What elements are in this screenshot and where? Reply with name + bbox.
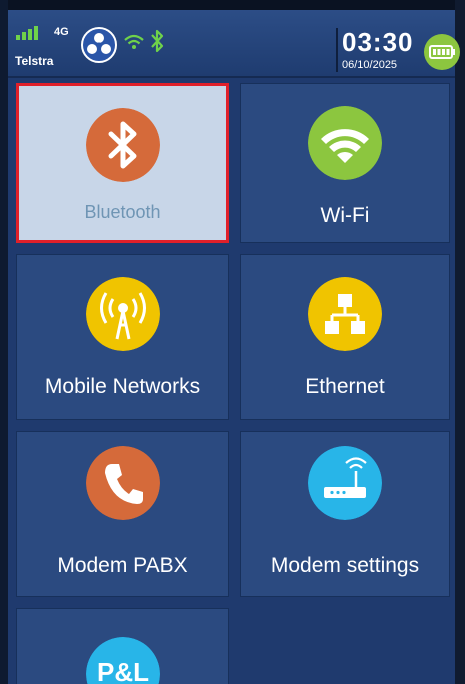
tile-pgl[interactable]: P&L [16,608,229,684]
tile-label-bluetooth: Bluetooth [84,202,161,222]
bezel-left [0,0,8,684]
antenna-icon [85,277,160,351]
status-bar: 4G Telstra 03:30 06/10/2025 [8,10,460,78]
bezel-top [0,0,465,10]
tile-label-modem-pabx: Modem PABX [57,554,188,577]
tile-label-wifi: Wi-Fi [320,204,370,227]
bezel-right [455,0,465,684]
tile-wifi[interactable]: Wi-Fi [240,83,450,243]
screen: 4G Telstra 03:30 06/10/2025 Bluetooth Wi… [0,0,465,684]
network-icon [308,277,382,351]
tile-ethernet[interactable]: Ethernet [240,254,450,420]
phone-icon [85,446,160,520]
fan-icon [81,27,117,63]
carrier-name: Telstra [15,54,54,68]
tile-label-ethernet: Ethernet [305,375,385,398]
tile-mobile-networks[interactable]: Mobile Networks [16,254,229,420]
tile-modem-settings[interactable]: Modem settings [240,431,450,597]
tile-bluetooth[interactable]: Bluetooth [16,83,229,243]
battery-icon [424,34,460,70]
router-icon [308,446,382,520]
network-type: 4G [54,26,69,38]
signal-icon [16,26,38,40]
tile-modem-pabx[interactable]: Modem PABX [16,431,229,597]
bluetooth-icon [85,108,160,182]
clock-divider [336,28,338,72]
pgl-icon: P&L [85,637,160,684]
clock-time: 03:30 [342,27,414,57]
svg-text:P&L: P&L [97,657,149,684]
tile-label-modem-settings: Modem settings [270,554,420,577]
wifi-icon [308,106,382,180]
wifi-status-icon [124,34,144,49]
bluetooth-status-icon [151,29,164,53]
clock-date: 06/10/2025 [342,59,398,71]
tile-label-mobile-networks: Mobile Networks [44,375,201,398]
